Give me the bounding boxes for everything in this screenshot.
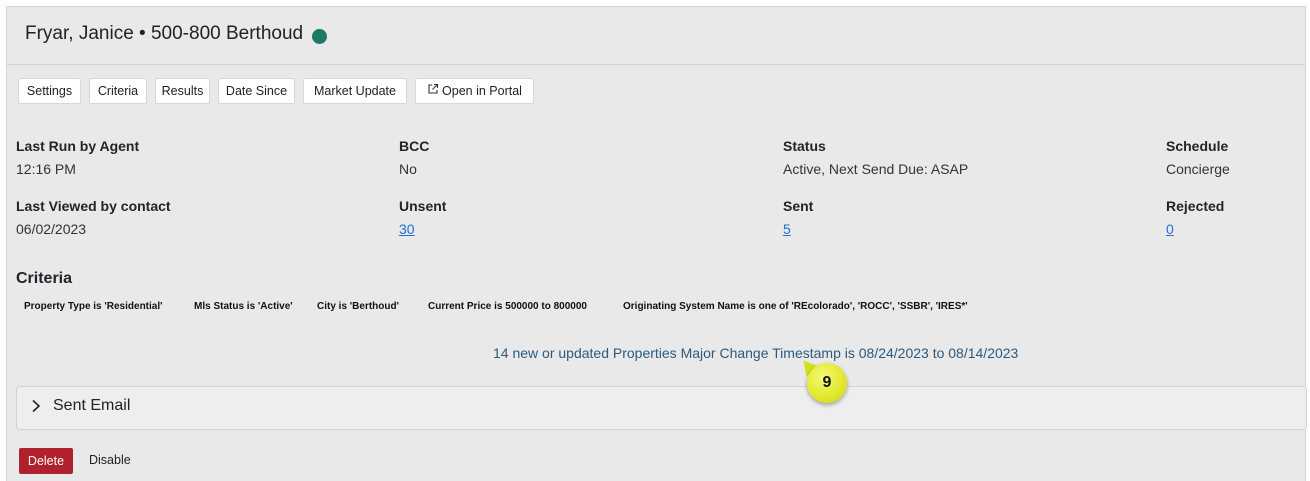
disable-button[interactable]: Disable (89, 453, 131, 467)
sent-label: Sent (783, 198, 814, 214)
last-viewed-value: 06/02/2023 (16, 221, 87, 237)
schedule-label: Schedule (1166, 138, 1229, 154)
bcc-value: No (399, 161, 417, 177)
delete-button[interactable]: Delete (19, 448, 73, 474)
results-button[interactable]: Results (155, 78, 210, 104)
results-summary: 14 new or updated Properties Major Chang… (493, 345, 1019, 361)
unsent-label: Unsent (399, 198, 447, 214)
sent-email-accordion[interactable]: Sent Email (16, 386, 1307, 430)
bcc-label: BCC (399, 138, 430, 154)
market-update-button[interactable]: Market Update (303, 78, 407, 104)
settings-button[interactable]: Settings (18, 78, 81, 104)
date-since-button[interactable]: Date Since (218, 78, 295, 104)
chevron-right-icon (31, 399, 41, 417)
open-in-portal-button[interactable]: Open in Portal (415, 78, 534, 104)
open-in-portal-label: Open in Portal (442, 84, 522, 98)
page-title: Fryar, Janice • 500-800 Berthoud (25, 23, 304, 44)
schedule-value: Concierge (1166, 161, 1230, 177)
sent-count-link[interactable]: 5 (783, 221, 791, 237)
status-value: Active, Next Send Due: ASAP (783, 161, 969, 177)
rejected-count-link[interactable]: 0 (1166, 221, 1174, 237)
external-link-icon (427, 79, 439, 103)
panel-header: Fryar, Janice • 500-800 Berthoud (7, 7, 1305, 65)
rejected-label: Rejected (1166, 198, 1225, 214)
last-run-value: 12:16 PM (16, 161, 76, 177)
status-indicator (312, 29, 327, 44)
criteria-heading: Criteria (16, 270, 73, 287)
criteria-button[interactable]: Criteria (89, 78, 147, 104)
criteria-item: Current Price is 500000 to 800000 (428, 301, 587, 312)
criteria-item: Mls Status is 'Active' (194, 301, 293, 312)
criteria-item: City is 'Berthoud' (317, 301, 399, 312)
callout-badge: 9 (807, 363, 847, 403)
criteria-item: Originating System Name is one of 'REcol… (623, 301, 968, 312)
criteria-item: Property Type is 'Residential' (24, 301, 163, 312)
sent-email-label: Sent Email (53, 397, 131, 414)
last-viewed-label: Last Viewed by contact (16, 198, 171, 214)
unsent-count-link[interactable]: 30 (399, 221, 415, 237)
last-run-label: Last Run by Agent (16, 138, 140, 154)
status-label: Status (783, 138, 826, 154)
saved-search-panel: Fryar, Janice • 500-800 Berthoud Setting… (6, 6, 1307, 481)
